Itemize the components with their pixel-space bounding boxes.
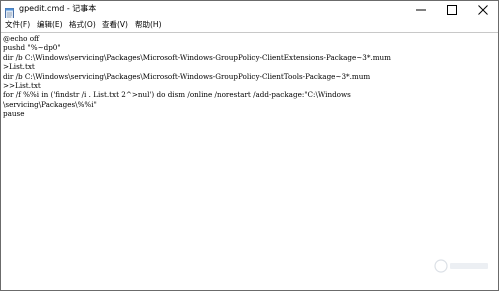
code-content: @echo off pushd "%~dp0" dir /b C:\Window… xyxy=(3,34,485,119)
notepad-window: gpedit.cmd - 记事本 文件(F) 编辑(E) 格式(O) 查看(V)… xyxy=(0,0,499,291)
notepad-icon xyxy=(5,4,14,19)
code-line: @echo off xyxy=(3,34,40,43)
code-line: \servicing\Packages\%%i" xyxy=(3,99,97,109)
code-line: for /f %%i in ('findstr /i . List.txt 2^… xyxy=(3,90,351,100)
menu-view[interactable]: 查看(V) xyxy=(102,20,128,30)
maximize-button[interactable] xyxy=(437,1,467,18)
maximize-icon xyxy=(447,1,457,19)
code-line: dir /b C:\Windows\servicing\Packages\Mic… xyxy=(3,52,391,62)
code-line: >List.txt xyxy=(3,62,35,72)
watermark-logo xyxy=(432,257,492,275)
window-title: gpedit.cmd - 记事本 xyxy=(19,4,97,13)
menu-edit[interactable]: 编辑(E) xyxy=(37,20,63,30)
code-line: >>List.txt xyxy=(3,80,41,90)
menu-bar: 文件(F) 编辑(E) 格式(O) 查看(V) 帮助(H) xyxy=(1,18,498,32)
close-button[interactable] xyxy=(468,1,498,18)
title-bar[interactable]: gpedit.cmd - 记事本 xyxy=(1,1,498,19)
text-editor[interactable]: @echo off pushd "%~dp0" dir /b C:\Window… xyxy=(1,32,498,290)
menu-help[interactable]: 帮助(H) xyxy=(135,20,162,30)
code-line: pushd "%~dp0" xyxy=(3,43,61,53)
minimize-icon xyxy=(416,1,426,19)
menu-format[interactable]: 格式(O) xyxy=(69,20,96,30)
code-line: pause xyxy=(3,109,25,119)
menu-file[interactable]: 文件(F) xyxy=(5,20,30,30)
code-line: dir /b C:\Windows\servicing\Packages\Mic… xyxy=(3,71,371,81)
minimize-button[interactable] xyxy=(406,1,436,18)
close-icon xyxy=(478,1,488,19)
